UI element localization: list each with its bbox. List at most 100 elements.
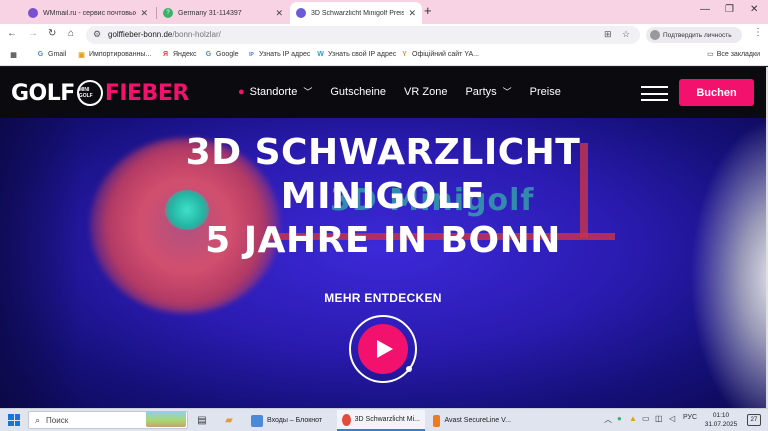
browser-tab-strip: WMmail.ru - сервис почтовых ✕ ? Germany … — [0, 0, 768, 24]
apps-grid-icon[interactable]: ▦ — [9, 50, 21, 59]
nav-label: VR Zone — [404, 85, 448, 98]
chevron-down-icon: ﹀ — [502, 87, 512, 97]
nav-vr-zone[interactable]: VR Zone — [404, 86, 447, 98]
close-window-button[interactable]: ✕ — [750, 4, 758, 15]
tab-favicon-icon — [296, 8, 306, 18]
tab-title: Germany 31-114397 — [178, 9, 242, 17]
tray-app-icon[interactable]: ● — [617, 414, 622, 423]
bookmark-star-icon[interactable]: ☆ — [622, 29, 630, 40]
bookmark-ip-address[interactable]: IP Узнать IP адрес — [247, 50, 310, 59]
search-placeholder: Поиск — [46, 415, 69, 425]
close-icon[interactable]: ✕ — [140, 8, 148, 19]
reload-icon[interactable]: ↻ — [48, 28, 56, 39]
bookmark-google[interactable]: G Google — [204, 50, 239, 59]
all-bookmarks-button[interactable]: ▭ Все закладки — [707, 50, 760, 59]
windows-taskbar: ⌕ Поиск ▤ ▰ Входы – Блокнот 3D Schwarzli… — [0, 408, 768, 431]
site-header: GOLF MINI GOLF FIEBER ● Standorte ﹀ Guts… — [0, 67, 766, 118]
bookmark-yandex[interactable]: Я Яндекс — [161, 50, 197, 59]
play-video-button[interactable] — [349, 315, 417, 383]
tray-overflow-icon[interactable]: ︿ — [604, 414, 612, 425]
tab-favicon-icon: ? — [163, 8, 173, 18]
bookmark-gmail[interactable]: G Gmail — [36, 50, 67, 59]
notepad-icon — [251, 414, 263, 427]
avast-icon — [433, 414, 441, 427]
taskbar-app-label: 3D Schwarzlicht Mi... — [354, 416, 420, 423]
battery-icon[interactable]: ▭ — [642, 414, 650, 423]
hamburger-menu-icon[interactable] — [641, 86, 668, 101]
bookmark-label: Google — [216, 51, 239, 58]
y-icon: Y — [402, 51, 407, 58]
taskbar-app-chrome[interactable]: 3D Schwarzlicht Mi... — [337, 410, 425, 431]
discover-link[interactable]: MEHR ENTDECKEN — [0, 291, 766, 305]
language-indicator[interactable]: РУС — [683, 414, 697, 421]
clock-date: 31.07.2025 — [704, 421, 738, 428]
bookmark-official-site[interactable]: Y Офіційний сайт YA... — [400, 50, 479, 59]
chrome-icon — [342, 413, 351, 426]
close-icon[interactable]: ✕ — [275, 8, 283, 19]
nav-label: Standorte — [249, 85, 298, 98]
bookmark-my-ip[interactable]: W Узнать свой IP адрес — [316, 50, 396, 59]
play-ring-dot — [406, 366, 412, 372]
nav-preise[interactable]: Preise — [530, 86, 561, 98]
tab-germany[interactable]: ? Germany 31-114397 ✕ — [157, 2, 289, 24]
network-icon[interactable]: ◫ — [655, 414, 663, 423]
golffieber-logo[interactable]: GOLF MINI GOLF FIEBER — [11, 80, 189, 106]
tray-shield-icon[interactable]: ▲ — [629, 414, 637, 423]
google-icon: G — [205, 51, 212, 58]
nav-standorte[interactable]: ● Standorte ﹀ — [238, 85, 312, 98]
play-circle — [358, 324, 408, 374]
taskbar-app-avast[interactable]: Avast SecureLine V... — [428, 410, 516, 431]
buchen-button[interactable]: Buchen — [679, 79, 754, 106]
tab-golffieber[interactable]: 3D Schwarzlicht Minigolf Preise ✕ — [290, 2, 422, 24]
translate-icon[interactable]: ⊞ — [604, 29, 612, 40]
hero-title: 3D SCHWARZLICHT MINIGOLF 5 JAHRE IN BONN — [0, 131, 766, 263]
chevron-down-icon: ﹀ — [303, 87, 313, 97]
bookmark-label: Gmail — [48, 51, 67, 58]
task-view-icon[interactable]: ▤ — [195, 413, 209, 427]
bookmark-label: Узнать IP адрес — [259, 51, 311, 58]
forward-arrow-icon[interactable]: → — [28, 28, 38, 39]
taskbar-app-notepad[interactable]: Входы – Блокнот — [246, 410, 334, 431]
back-arrow-icon[interactable]: ← — [7, 28, 17, 39]
nav-partys[interactable]: Partys ﹀ — [465, 85, 511, 98]
file-explorer-icon[interactable]: ▰ — [222, 413, 236, 427]
nav-label: Gutscheine — [330, 85, 387, 98]
tab-title: 3D Schwarzlicht Minigolf Preise — [311, 9, 405, 17]
clock-time: 01:10 — [712, 412, 730, 419]
notification-center-button[interactable]: 27 — [747, 414, 761, 426]
url-path: /bonn-holzlar/ — [172, 30, 221, 39]
bookmark-label: Яндекс — [173, 51, 197, 58]
tab-title: WMmail.ru - сервис почтовых — [43, 9, 137, 17]
site-info-icon[interactable]: ⚙ — [93, 29, 101, 40]
taskbar-app-label: Avast SecureLine V... — [444, 417, 511, 424]
new-tab-button[interactable]: + — [424, 4, 432, 18]
nav-label: Partys — [465, 85, 497, 98]
logo-ball-text: MINI GOLF — [78, 87, 93, 99]
home-icon[interactable]: ⌂ — [68, 28, 74, 39]
search-highlight-image[interactable] — [146, 411, 186, 427]
nav-gutscheine[interactable]: Gutscheine — [330, 86, 386, 98]
maximize-button[interactable]: ❐ — [725, 4, 734, 15]
bookmark-imported[interactable]: ▣ Импортированны... — [77, 50, 151, 59]
taskbar-app-label: Входы – Блокнот — [267, 417, 323, 424]
golf-ball-icon: MINI GOLF — [76, 80, 103, 106]
minimize-button[interactable]: — — [700, 4, 710, 15]
windows-start-icon[interactable] — [8, 414, 20, 426]
nav-label: Preise — [529, 85, 561, 98]
volume-icon[interactable]: ◁ — [669, 414, 675, 423]
tab-favicon-icon — [28, 8, 38, 18]
close-icon[interactable]: ✕ — [408, 8, 416, 19]
more-menu-icon[interactable]: ⋮ — [753, 27, 763, 38]
hero-section: 3D Minigolf 3D SCHWARZLICHT MINIGOLF 5 J… — [0, 118, 766, 408]
url-host: golffieber-bonn.de — [108, 30, 173, 39]
profile-button[interactable]: Подтвердить личность — [646, 27, 742, 43]
bookmark-label: Импортированны... — [89, 51, 152, 58]
logo-golf-text: GOLF — [11, 80, 75, 106]
hero-title-line: 5 JAHRE IN BONN — [205, 220, 561, 261]
bookmark-label: Узнать свой IP адрес — [328, 51, 397, 58]
folder-icon: ▭ — [707, 51, 714, 58]
address-bar[interactable]: ⚙ golffieber-bonn.de/bonn-holzlar/ ⊞ ☆ — [86, 26, 640, 44]
tab-wmmail[interactable]: WMmail.ru - сервис почтовых ✕ — [22, 2, 154, 24]
location-pin-icon: ● — [238, 85, 245, 98]
taskbar-clock[interactable]: 01:10 31.07.2025 — [701, 411, 741, 429]
